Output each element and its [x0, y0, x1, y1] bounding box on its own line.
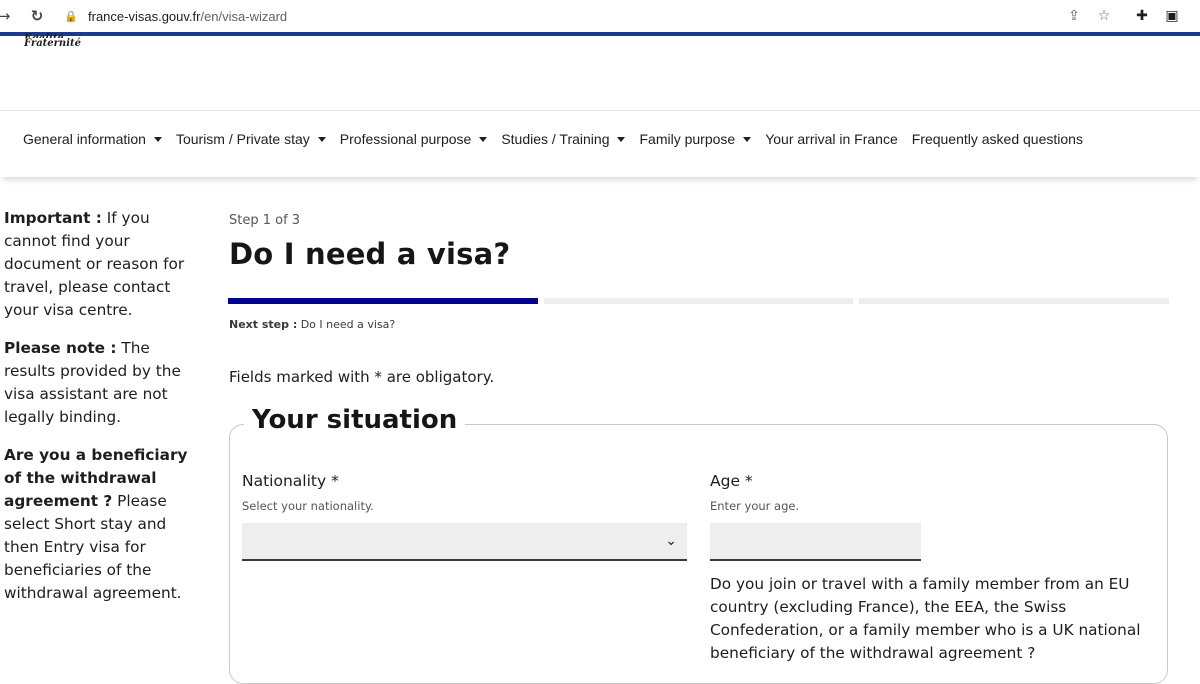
- caret-down-icon: [743, 136, 752, 142]
- nav-item-label: Your arrival in France: [765, 131, 898, 147]
- share-icon[interactable]: ⇪: [1064, 6, 1084, 26]
- important-label: Important :: [4, 209, 102, 227]
- step-indicator: Step 1 of 3: [229, 213, 301, 228]
- nav-item-label: Professional purpose: [339, 131, 472, 147]
- nav-item-general-information[interactable]: General information: [16, 131, 169, 147]
- family-member-question: Do you join or travel with a family memb…: [710, 575, 1141, 662]
- caret-down-icon: [317, 136, 326, 142]
- nav-item-your-arrival-in-france[interactable]: Your arrival in France: [758, 131, 905, 147]
- next-step-label: Next step :: [229, 318, 298, 331]
- bookmark-star-icon[interactable]: ☆: [1094, 6, 1114, 26]
- url-path: /en/visa-wizard: [200, 8, 288, 24]
- nav-item-frequently-asked-questions[interactable]: Frequently asked questions: [905, 131, 1090, 147]
- nav-item-tourism-private-stay[interactable]: Tourism / Private stay: [169, 131, 333, 147]
- please-note: Please note : The results provided by th…: [4, 337, 199, 429]
- extensions-icon[interactable]: ✚: [1132, 6, 1152, 26]
- nav-item-label: Studies / Training: [501, 131, 610, 147]
- page-title: Do I need a visa?: [229, 237, 511, 271]
- caret-down-icon: [479, 136, 488, 142]
- withdrawal-agreement-note: Are you a beneficiary of the withdrawal …: [4, 444, 199, 605]
- progress-stepper: [228, 298, 1170, 304]
- sidebar-info: Important : If you cannot find your docu…: [4, 207, 199, 620]
- lock-icon[interactable]: 🔒: [64, 10, 78, 23]
- nationality-label: Nationality *: [242, 472, 339, 490]
- side-panel-icon[interactable]: ▣: [1162, 6, 1182, 26]
- nav-item-label: Tourism / Private stay: [175, 131, 310, 147]
- important-notice: Important : If you cannot find your docu…: [4, 207, 199, 322]
- nav-item-family-purpose[interactable]: Family purpose: [632, 131, 758, 147]
- chevron-down-icon: ⌄: [665, 533, 677, 549]
- stepper-segment: [228, 298, 538, 304]
- age-label: Age *: [710, 472, 753, 490]
- nav-item-studies-training[interactable]: Studies / Training: [494, 131, 632, 147]
- nav-item-label: Family purpose: [639, 131, 736, 147]
- fieldset-legend: Your situation: [244, 405, 466, 435]
- stepper-segment: [543, 298, 854, 304]
- nationality-select[interactable]: ⌄: [242, 523, 687, 561]
- next-step-value: Do I need a visa?: [297, 318, 396, 331]
- reload-icon[interactable]: ↻: [27, 6, 47, 26]
- age-hint: Enter your age.: [710, 499, 800, 513]
- next-step: Next step : Do I need a visa?: [229, 318, 395, 331]
- browser-toolbar: → ↻ 🔒 france-visas.gouv.fr/en/visa-wizar…: [0, 0, 1200, 36]
- stepper-segment: [859, 298, 1170, 304]
- nav-item-label: Frequently asked questions: [911, 131, 1083, 147]
- republic-motto: Égalité Fraternité: [24, 33, 81, 49]
- obligatory-fields-note: Fields marked with * are obligatory.: [229, 368, 495, 386]
- main-navigation: General information Tourism / Private sta…: [0, 111, 1200, 177]
- caret-down-icon: [153, 136, 162, 142]
- note-label: Please note :: [4, 339, 117, 357]
- forward-icon[interactable]: →: [0, 6, 14, 26]
- address-bar[interactable]: 🔒 france-visas.gouv.fr/en/visa-wizard: [60, 4, 1120, 28]
- nav-list: General information Tourism / Private sta…: [0, 111, 1200, 167]
- motto-fraternite: Fraternité: [24, 38, 81, 49]
- url-host: france-visas.gouv.fr: [88, 8, 201, 24]
- nationality-hint: Select your nationality.: [242, 499, 374, 513]
- nav-item-label: General information: [23, 131, 146, 147]
- nav-item-professional-purpose[interactable]: Professional purpose: [333, 131, 495, 147]
- age-input[interactable]: [710, 523, 921, 561]
- caret-down-icon: [617, 136, 626, 142]
